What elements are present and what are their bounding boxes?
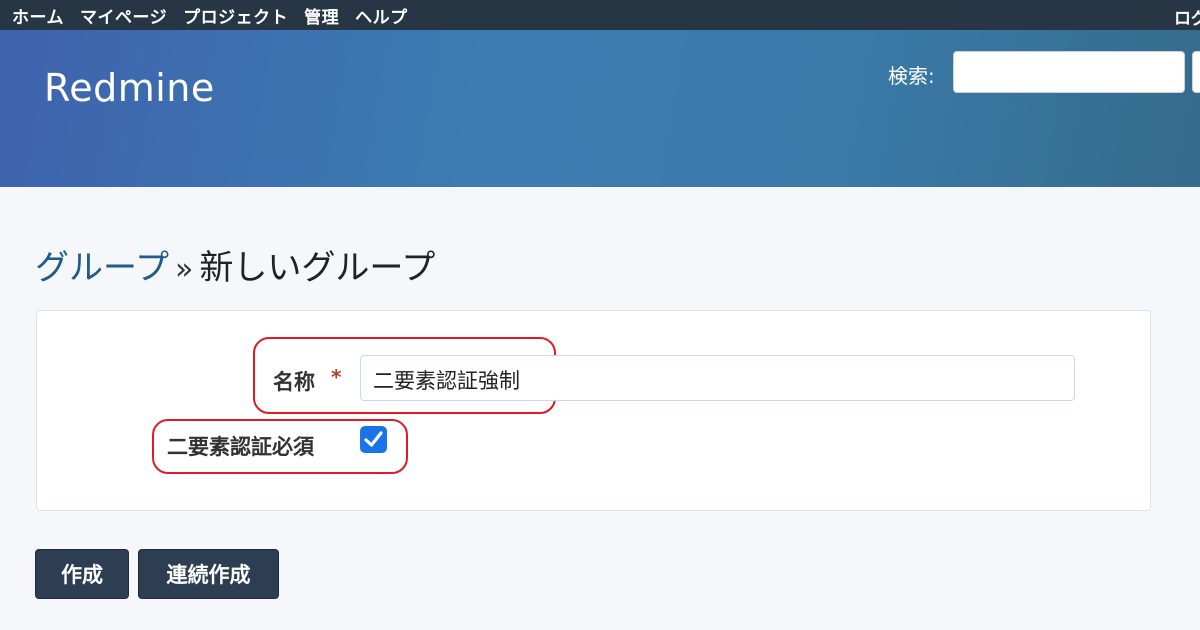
top-menu: ホーム マイページ プロジェクト 管理 ヘルプ ログ bbox=[0, 0, 1200, 30]
name-label: 名称 bbox=[273, 370, 315, 394]
menu-item-home[interactable]: ホーム bbox=[12, 3, 64, 28]
project-jump-select[interactable] bbox=[1192, 51, 1200, 93]
site-title[interactable]: Redmine bbox=[44, 66, 215, 110]
menu-item-admin[interactable]: 管理 bbox=[304, 3, 339, 28]
name-input-value[interactable]: 二要素認証強制 bbox=[373, 365, 520, 395]
breadcrumb-separator: » bbox=[174, 252, 194, 287]
login-link[interactable]: ログ bbox=[1174, 4, 1200, 29]
twofa-required-checkbox[interactable] bbox=[360, 426, 387, 453]
search-label: 検索: bbox=[888, 64, 935, 88]
required-mark: * bbox=[331, 365, 342, 389]
breadcrumb: グループ» 新しいグループ bbox=[35, 240, 435, 289]
group-form-box bbox=[36, 310, 1151, 511]
create-button[interactable]: 作成 bbox=[35, 549, 129, 599]
breadcrumb-groups-link[interactable]: グループ bbox=[35, 248, 169, 288]
create-and-continue-button[interactable]: 連続作成 bbox=[138, 549, 279, 599]
menu-item-projects[interactable]: プロジェクト bbox=[183, 3, 288, 28]
header: Redmine 検索: bbox=[0, 30, 1200, 187]
twofa-required-label: 二要素認証必須 bbox=[167, 435, 314, 459]
search-input[interactable] bbox=[953, 51, 1185, 93]
menu-item-help[interactable]: ヘルプ bbox=[355, 3, 408, 28]
menu-item-my-page[interactable]: マイページ bbox=[80, 3, 167, 28]
checkmark-icon bbox=[364, 431, 383, 447]
page-title: 新しいグループ bbox=[199, 248, 436, 288]
